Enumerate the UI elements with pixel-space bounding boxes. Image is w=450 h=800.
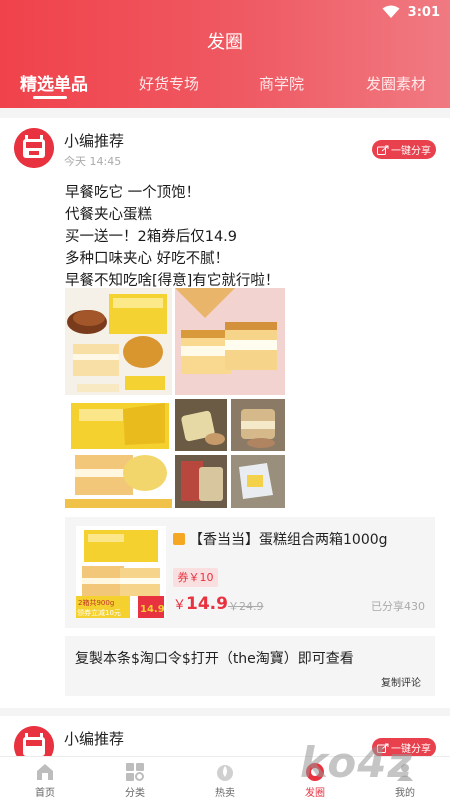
post-line: 代餐夹心蛋糕 bbox=[65, 207, 152, 223]
comment-box: 复製本条$淘口令$打开（the淘寶）即可查看 复制评论 bbox=[65, 636, 435, 696]
post-line: 买一送一！2箱券后仅14.9 bbox=[65, 229, 238, 245]
nav-label: 分类 bbox=[125, 788, 145, 799]
nav-hot[interactable]: 热卖 bbox=[180, 757, 270, 800]
product-photo[interactable] bbox=[175, 399, 227, 451]
product-photo[interactable] bbox=[65, 399, 172, 508]
category-icon bbox=[126, 763, 144, 781]
share-label: 一键分享 bbox=[391, 744, 431, 755]
post-card: 小编推荐 今天 14:45 一键分享 早餐吃它 一个顶饱！ 代餐夹心蛋糕 买一送… bbox=[0, 118, 450, 708]
product-image: 2箱共900g 领券立减10元 14.9 bbox=[76, 526, 166, 618]
brand-logo-icon bbox=[14, 726, 54, 756]
product-image-price: 14.9 bbox=[140, 604, 165, 615]
comment-text: 复製本条$淘口令$打开（the淘寶）即可查看 bbox=[75, 651, 354, 667]
profile-icon bbox=[397, 764, 413, 781]
product-photo[interactable] bbox=[231, 455, 285, 508]
nav-label: 首页 bbox=[35, 788, 55, 799]
moments-icon bbox=[306, 763, 324, 781]
page-title: 发圈 bbox=[207, 32, 243, 53]
post-author: 小编推荐 bbox=[64, 730, 125, 748]
tab-selected-products[interactable]: 精选单品 bbox=[20, 70, 88, 95]
product-card[interactable]: 2箱共900g 领券立减10元 14.9 【香当当】蛋糕组合两箱1000g 券￥… bbox=[65, 517, 435, 628]
product-price: ￥14.9 bbox=[173, 594, 228, 614]
nav-label: 热卖 bbox=[215, 788, 235, 799]
share-icon bbox=[377, 743, 389, 753]
post-line: 多种口味夹心 好吃不腻！ bbox=[65, 251, 230, 267]
post-line: 早餐吃它 一个顶饱！ bbox=[65, 185, 201, 201]
shop-icon bbox=[173, 533, 185, 545]
product-photo[interactable] bbox=[65, 288, 172, 395]
tab-good-goods[interactable]: 好货专场 bbox=[139, 73, 199, 94]
product-photo[interactable] bbox=[175, 288, 285, 395]
post-author: 小编推荐 bbox=[64, 132, 125, 150]
brand-logo-icon bbox=[14, 128, 54, 168]
active-tab-indicator bbox=[33, 96, 67, 99]
tab-business-school[interactable]: 商学院 bbox=[259, 73, 304, 94]
nav-home[interactable]: 首页 bbox=[0, 757, 90, 800]
nav-label: 我的 bbox=[395, 788, 415, 799]
one-click-share-button[interactable]: 一键分享 bbox=[372, 140, 436, 159]
product-photo[interactable] bbox=[231, 399, 285, 451]
nav-category[interactable]: 分类 bbox=[90, 757, 180, 800]
price-symbol: ￥ bbox=[173, 598, 187, 613]
wifi-icon bbox=[382, 5, 400, 18]
home-icon bbox=[37, 764, 53, 780]
bottom-nav: 首页 分类 热卖 发圈 我的 bbox=[0, 756, 450, 800]
image-grid bbox=[65, 288, 285, 508]
post-text[interactable]: 早餐吃它 一个顶饱！ 代餐夹心蛋糕 买一送一！2箱券后仅14.9 多种口味夹心 … bbox=[65, 182, 425, 292]
hot-icon bbox=[217, 765, 233, 781]
tab-bar: 精选单品 好货专场 商学院 发圈素材 bbox=[0, 68, 450, 100]
product-image-weight: 2箱共900g bbox=[78, 598, 114, 607]
copy-comment-button[interactable]: 复制评论 bbox=[381, 674, 421, 689]
share-icon bbox=[377, 145, 389, 155]
product-title: 【香当当】蛋糕组合两箱1000g bbox=[189, 532, 388, 548]
status-time: 3:01 bbox=[407, 4, 440, 20]
product-title-row: 【香当当】蛋糕组合两箱1000g bbox=[173, 529, 388, 549]
one-click-share-button[interactable]: 一键分享 bbox=[372, 738, 436, 756]
avatar[interactable] bbox=[14, 128, 54, 168]
original-price: ￥24.9 bbox=[228, 600, 264, 613]
app-screen: 3:01 发圈 精选单品 好货专场 商学院 发圈素材 小编推荐 今天 14:45 bbox=[0, 0, 450, 800]
share-label: 一键分享 bbox=[391, 146, 431, 157]
avatar[interactable] bbox=[14, 726, 54, 756]
nav-label: 发圈 bbox=[305, 788, 325, 799]
post-card: 小编推荐 一键分享 bbox=[0, 716, 450, 756]
status-bar: 3:01 bbox=[0, 0, 450, 24]
nav-moments[interactable]: 发圈 bbox=[270, 757, 360, 800]
share-count: 已分享430 bbox=[371, 600, 425, 613]
price-value: 14.9 bbox=[186, 594, 228, 614]
nav-profile[interactable]: 我的 bbox=[360, 757, 450, 800]
product-photo[interactable] bbox=[175, 455, 227, 508]
header: 3:01 发圈 精选单品 好货专场 商学院 发圈素材 bbox=[0, 0, 450, 108]
coupon-badge: 券￥10 bbox=[173, 568, 218, 587]
post-time: 今天 14:45 bbox=[64, 155, 122, 168]
tab-moments-material[interactable]: 发圈素材 bbox=[366, 73, 426, 94]
